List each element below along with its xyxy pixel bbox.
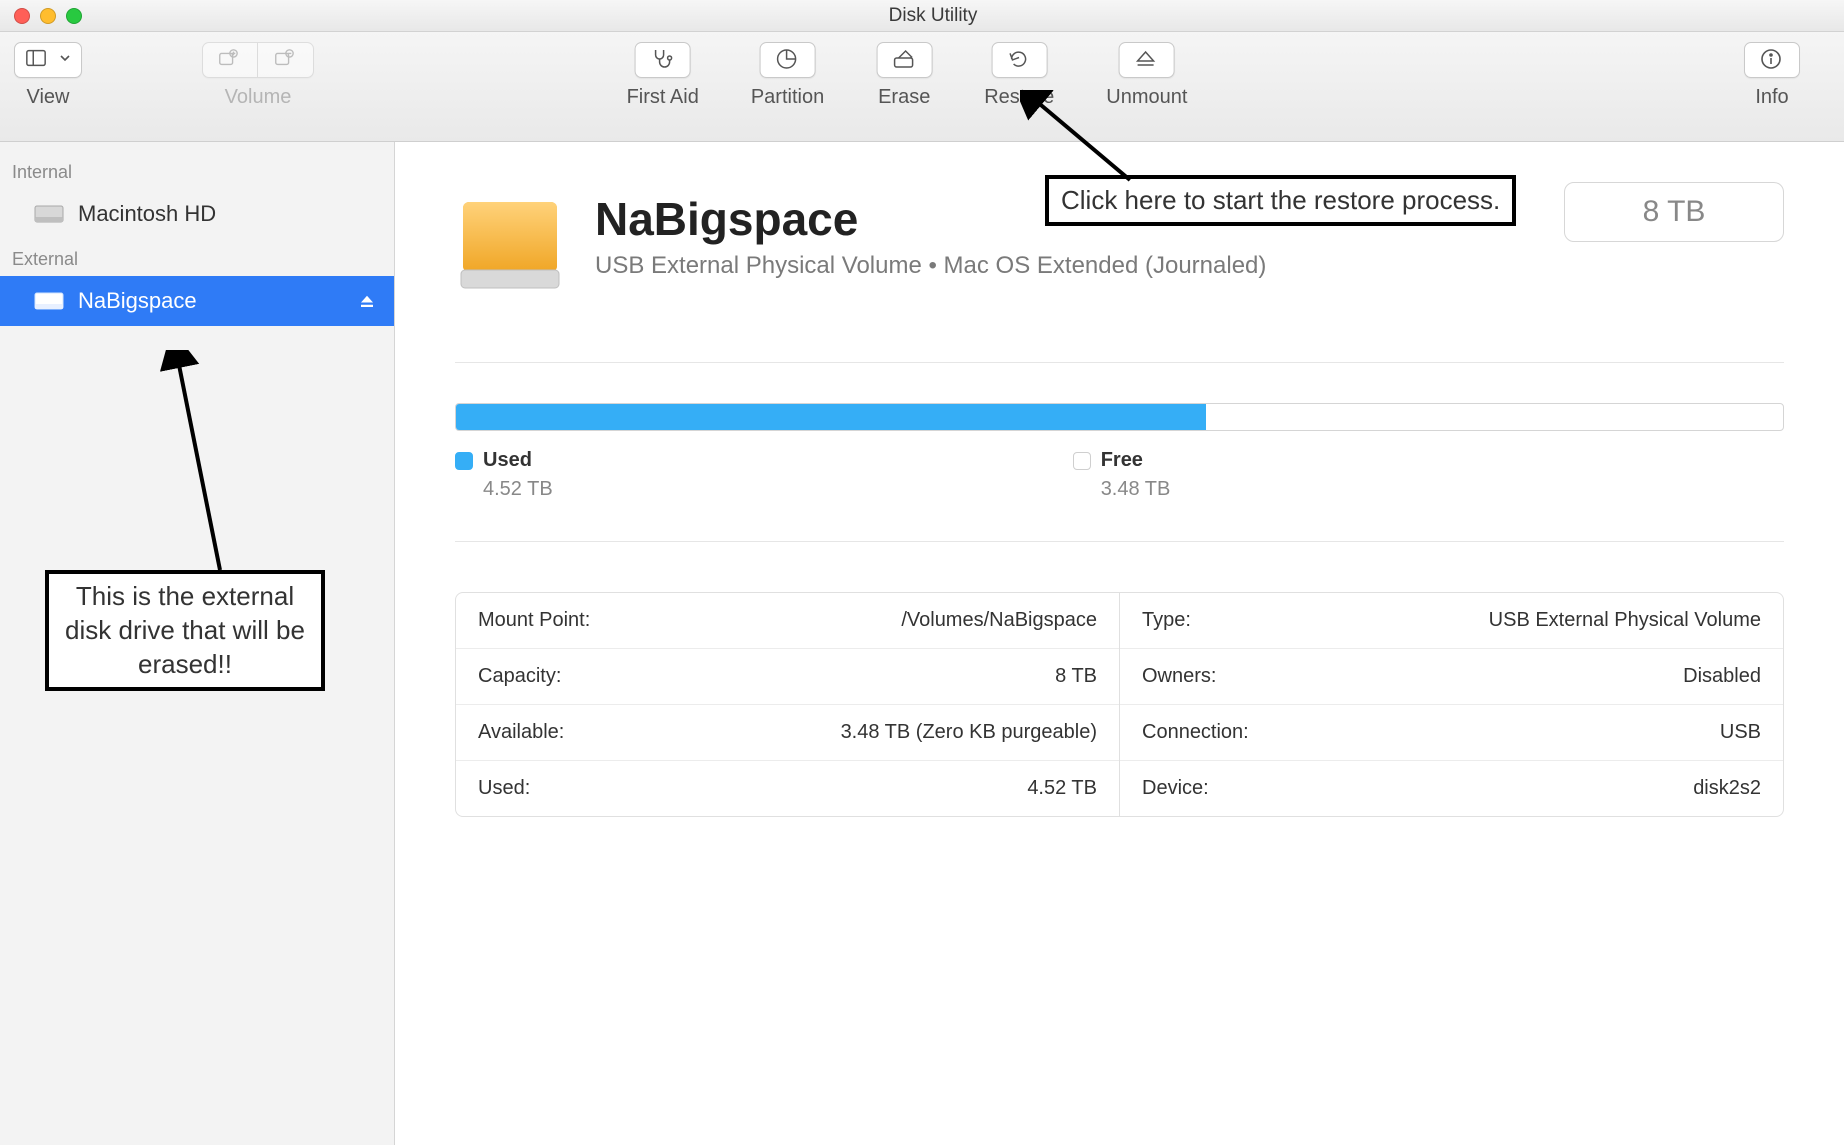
volume-subtitle: USB External Physical Volume • Mac OS Ex… — [595, 252, 1266, 280]
details-value: /Volumes/NaBigspace — [901, 609, 1097, 632]
toolbar: View Volume — [0, 32, 1844, 142]
details-row: Capacity: 8 TB — [456, 649, 1119, 705]
view-button[interactable] — [14, 42, 82, 78]
divider — [455, 362, 1784, 363]
details-row: Mount Point: /Volumes/NaBigspace — [456, 593, 1119, 649]
used-label: Used — [483, 449, 532, 472]
info-icon — [1759, 47, 1785, 73]
sidebar-item-label: Macintosh HD — [78, 201, 216, 227]
free-label: Free — [1101, 449, 1143, 472]
sidebar-item-label: NaBigspace — [78, 288, 197, 314]
partition-label: Partition — [751, 86, 824, 109]
sidebar-item-nabigspace[interactable]: NaBigspace — [0, 276, 394, 326]
details-table: Mount Point: /Volumes/NaBigspace Capacity:… — [455, 592, 1784, 817]
details-key: Connection: — [1142, 721, 1249, 744]
free-swatch — [1073, 452, 1091, 470]
details-row: Connection: USB — [1120, 705, 1783, 761]
divider — [455, 541, 1784, 542]
internal-disk-icon — [34, 202, 64, 226]
erase-label: Erase — [878, 86, 930, 109]
details-key: Capacity: — [478, 665, 561, 688]
details-value: disk2s2 — [1693, 777, 1761, 800]
details-row: Used: 4.52 TB — [456, 761, 1119, 816]
usage-used-segment — [456, 404, 1206, 430]
details-row: Available: 3.48 TB (Zero KB purgeable) — [456, 705, 1119, 761]
sidebar-header-internal: Internal — [0, 152, 394, 189]
eject-icon[interactable] — [358, 290, 376, 316]
details-value: 8 TB — [1055, 665, 1097, 688]
info-label: Info — [1755, 86, 1788, 109]
used-value: 4.52 TB — [483, 478, 553, 501]
minimize-window-button[interactable] — [40, 8, 56, 24]
details-value: Disabled — [1683, 665, 1761, 688]
restore-arrow-icon — [1006, 47, 1032, 73]
titlebar: Disk Utility — [0, 0, 1844, 32]
info-button[interactable] — [1744, 42, 1800, 78]
annotation-external-drive: This is the external disk drive that wil… — [45, 570, 325, 691]
details-key: Owners: — [1142, 665, 1216, 688]
free-value: 3.48 TB — [1101, 478, 1171, 501]
details-row: Owners: Disabled — [1120, 649, 1783, 705]
used-swatch — [455, 452, 473, 470]
details-value: 4.52 TB — [1027, 777, 1097, 800]
annotation-restore: Click here to start the restore process. — [1045, 175, 1516, 226]
details-row: Device: disk2s2 — [1120, 761, 1783, 816]
usage-bar — [455, 403, 1784, 431]
volume-label: Volume — [225, 86, 292, 109]
chevron-down-icon — [59, 51, 71, 69]
zoom-window-button[interactable] — [66, 8, 82, 24]
details-key: Used: — [478, 777, 530, 800]
total-size-chip: 8 TB — [1564, 182, 1784, 242]
details-key: Type: — [1142, 609, 1191, 632]
view-label: View — [27, 86, 70, 109]
first-aid-button[interactable] — [635, 42, 691, 78]
partition-button[interactable] — [760, 42, 816, 78]
details-value: USB External Physical Volume — [1489, 609, 1761, 632]
first-aid-label: First Aid — [627, 86, 699, 109]
unmount-label: Unmount — [1106, 86, 1187, 109]
stethoscope-icon — [650, 47, 676, 73]
details-value: USB — [1720, 721, 1761, 744]
external-volume-icon — [455, 192, 565, 302]
volume-add-icon — [217, 47, 243, 73]
traffic-lights — [0, 8, 82, 24]
volume-remove-icon — [273, 47, 299, 73]
details-key: Device: — [1142, 777, 1209, 800]
sidebar-layout-icon — [25, 47, 51, 73]
unmount-button[interactable] — [1119, 42, 1175, 78]
eraser-icon — [891, 47, 917, 73]
eject-icon — [1134, 47, 1160, 73]
sidebar-header-external: External — [0, 239, 394, 276]
restore-label: Restore — [984, 86, 1054, 109]
details-key: Available: — [478, 721, 564, 744]
details-value: 3.48 TB (Zero KB purgeable) — [841, 721, 1097, 744]
details-row: Type: USB External Physical Volume — [1120, 593, 1783, 649]
window-title: Disk Utility — [82, 5, 1784, 27]
details-key: Mount Point: — [478, 609, 590, 632]
sidebar-item-macintosh-hd[interactable]: Macintosh HD — [0, 189, 394, 239]
main-content: 8 TB NaBigspace USB External Physical Vo… — [395, 142, 1844, 1145]
restore-button[interactable] — [991, 42, 1047, 78]
erase-button[interactable] — [876, 42, 932, 78]
remove-volume-button[interactable] — [258, 42, 314, 78]
external-disk-icon — [34, 289, 64, 313]
pie-chart-icon — [775, 47, 801, 73]
close-window-button[interactable] — [14, 8, 30, 24]
add-volume-button[interactable] — [202, 42, 258, 78]
disk-utility-window: Disk Utility View — [0, 0, 1844, 1145]
